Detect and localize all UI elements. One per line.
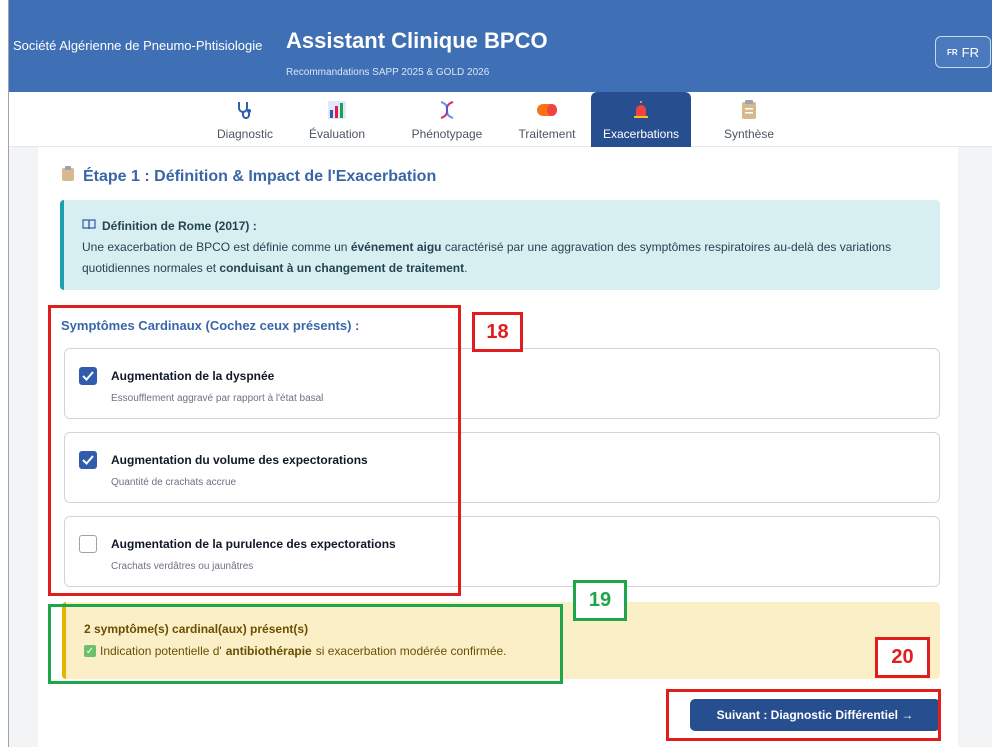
annotation-box-19 <box>48 604 563 684</box>
tab-bar: Diagnostic Évaluation Phénotypage Traite… <box>9 92 992 147</box>
language-label: FR <box>961 44 979 60</box>
step-title-text: Étape 1 : Définition & Impact de l'Exace… <box>83 167 437 185</box>
step-title: Étape 1 : Définition & Impact de l'Exace… <box>61 166 436 187</box>
tab-label: Diagnostic <box>216 126 274 141</box>
tab-diagnostic[interactable]: Diagnostic <box>205 92 285 147</box>
annotation-label-18: 18 <box>472 312 523 352</box>
definition-text-part: . <box>464 261 468 275</box>
tab-exacerbations[interactable]: Exacerbations <box>591 92 691 147</box>
tab-label: Évaluation <box>308 126 366 141</box>
app-title: Assistant Clinique BPCO <box>286 28 548 53</box>
app-subtitle: Recommandations SAPP 2025 & GOLD 2026 <box>286 67 490 78</box>
scrollbar[interactable] <box>959 147 992 747</box>
tab-label: Synthèse <box>723 126 775 141</box>
stethoscope-icon <box>235 99 255 121</box>
annotation-box-18 <box>48 305 461 596</box>
definition-heading: Définition de Rome (2017) : <box>82 216 922 237</box>
annotation-box-20 <box>666 689 941 741</box>
language-button[interactable]: FR FR <box>935 36 991 68</box>
tab-synthese[interactable]: Synthèse <box>709 92 789 147</box>
flag-icon: FR <box>946 47 958 57</box>
siren-icon <box>632 99 650 121</box>
organization-name: Société Algérienne de Pneumo-Phtisiologi… <box>13 38 263 53</box>
tab-label: Phénotypage <box>411 126 483 141</box>
tab-label: Exacerbations <box>602 126 680 141</box>
clipboard-icon <box>61 166 75 187</box>
app-header: Société Algérienne de Pneumo-Phtisiologi… <box>9 0 992 92</box>
pill-icon <box>536 99 558 121</box>
tab-traitement[interactable]: Traitement <box>505 92 589 147</box>
annotation-label-20: 20 <box>875 637 930 678</box>
definition-text: Une exacerbation de BPCO est définie com… <box>82 237 922 279</box>
tab-phenotypage[interactable]: Phénotypage <box>397 92 497 147</box>
dna-icon <box>437 99 457 121</box>
definition-box: Définition de Rome (2017) : Une exacerba… <box>60 200 940 290</box>
definition-bold-part: événement aigu <box>350 240 442 254</box>
definition-heading-text: Définition de Rome (2017) : <box>102 219 257 233</box>
tab-evaluation[interactable]: Évaluation <box>297 92 377 147</box>
book-icon <box>82 216 96 237</box>
definition-text-part: Une exacerbation de BPCO est définie com… <box>82 240 351 254</box>
definition-bold-part: conduisant à un changement de traitement <box>219 261 465 275</box>
bar-chart-icon <box>328 99 346 121</box>
tab-label: Traitement <box>518 126 576 141</box>
annotation-label-19: 19 <box>573 580 627 621</box>
clipboard-icon <box>741 99 757 121</box>
